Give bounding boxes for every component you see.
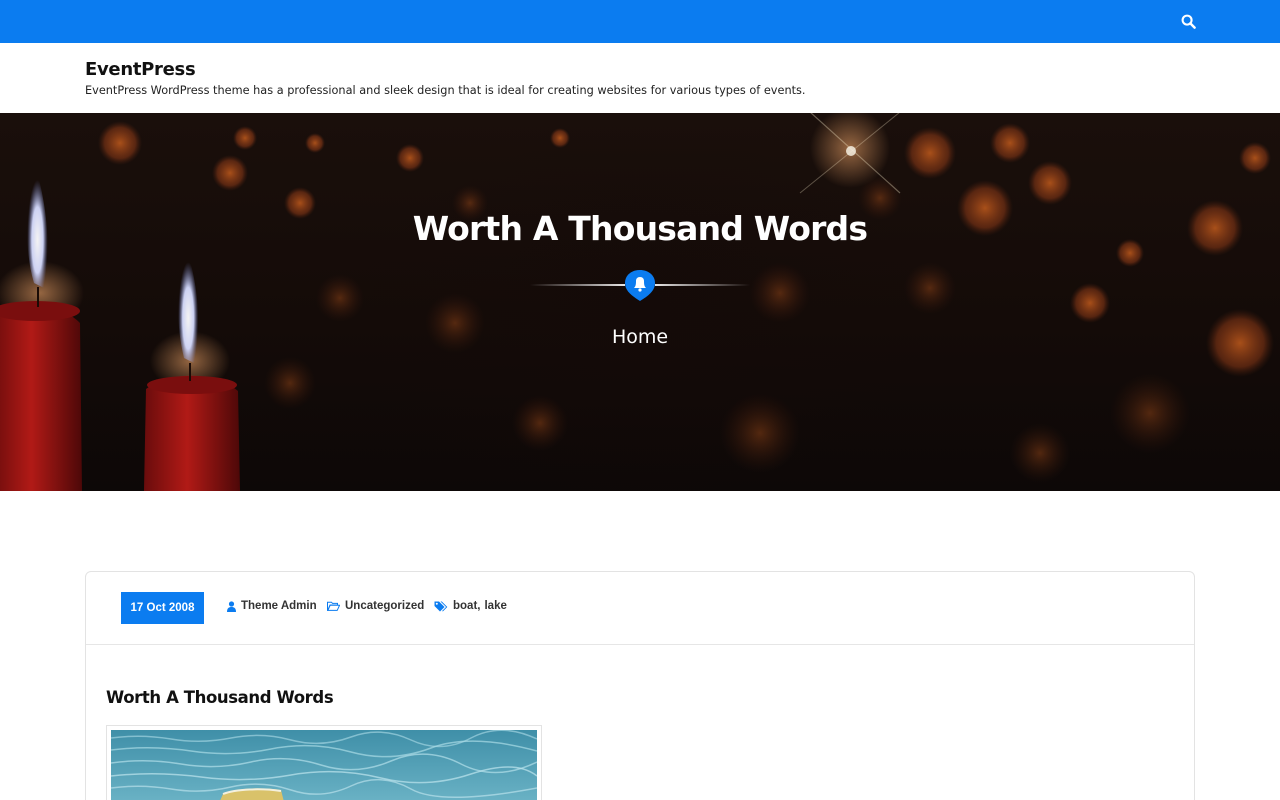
featured-image-boat-on-lake (111, 730, 537, 800)
post-title[interactable]: Worth A Thousand Words (106, 688, 334, 707)
tag-link-lake[interactable]: lake (484, 600, 506, 612)
post-author: Theme Admin (227, 600, 317, 612)
folder-open-icon (327, 601, 340, 611)
top-bar (0, 0, 1280, 43)
post-thumbnail[interactable] (106, 725, 542, 800)
post-card: 17 Oct 2008 Theme Admin Uncategorized bo… (85, 571, 1195, 800)
tag-separator: , (477, 600, 481, 612)
site-header: EventPress EventPress WordPress theme ha… (0, 43, 1280, 113)
page-hero-banner: Worth A Thousand Words Home (0, 113, 1280, 491)
category-link[interactable]: Uncategorized (345, 600, 424, 612)
tags-icon (434, 601, 448, 611)
user-icon (227, 600, 236, 612)
breadcrumb-home[interactable]: Home (0, 326, 1280, 348)
site-description: EventPress WordPress theme has a profess… (85, 84, 806, 97)
bell-icon (625, 270, 655, 301)
tag-link-boat[interactable]: boat (453, 600, 477, 612)
post-category: Uncategorized (327, 600, 424, 612)
post-meta: 17 Oct 2008 Theme Admin Uncategorized bo… (86, 572, 1194, 645)
post-tags: boat , lake (434, 600, 507, 612)
search-button[interactable] (1178, 11, 1198, 31)
search-icon[interactable] (1181, 14, 1196, 29)
page-title: Worth A Thousand Words (412, 209, 868, 248)
title-divider (530, 270, 750, 301)
post-date-badge[interactable]: 17 Oct 2008 (121, 592, 204, 624)
author-link[interactable]: Theme Admin (241, 600, 317, 612)
site-title[interactable]: EventPress (85, 59, 196, 80)
